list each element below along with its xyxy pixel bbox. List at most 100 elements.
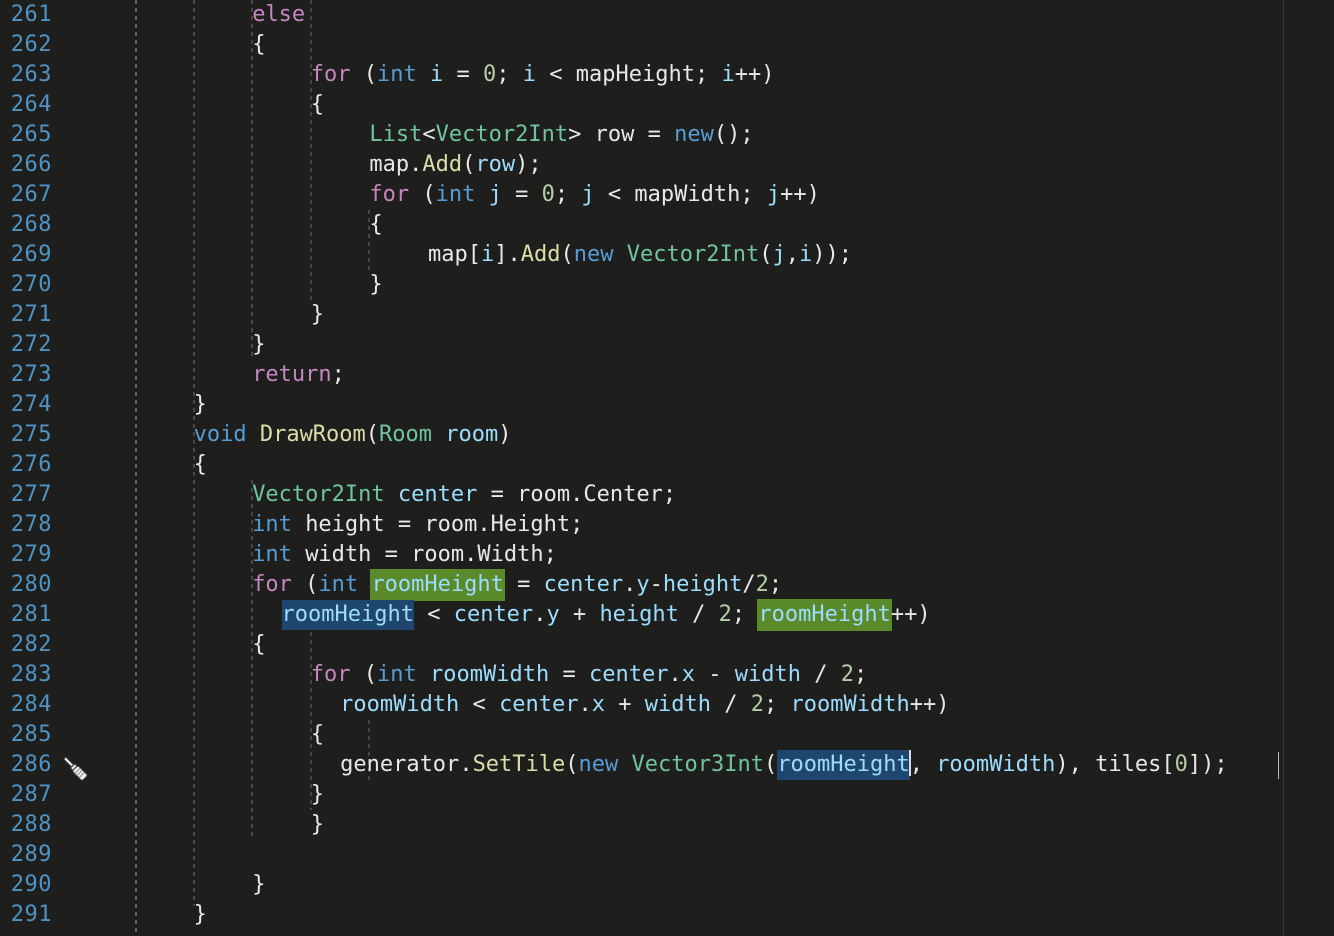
- code-token: ;: [740, 182, 767, 207]
- line-number-272[interactable]: 272: [0, 330, 52, 360]
- code-token: for: [310, 62, 351, 87]
- code-token: height: [662, 572, 743, 597]
- line-number-280[interactable]: 280: [0, 570, 52, 600]
- code-token: List: [369, 122, 423, 147]
- code-line-283[interactable]: for (int roomWidth = center.x - width / …: [311, 660, 867, 690]
- code-line-273[interactable]: return;: [252, 360, 345, 390]
- line-number-283[interactable]: 283: [0, 660, 52, 690]
- code-token: ;: [662, 482, 677, 507]
- code-line-290[interactable]: }: [252, 870, 265, 900]
- code-line-263[interactable]: for (int i = 0; i < mapHeight; i++): [311, 60, 775, 90]
- code-token: }: [310, 302, 325, 327]
- line-number-288[interactable]: 288: [0, 810, 52, 840]
- line-number-284[interactable]: 284: [0, 690, 52, 720]
- line-number-281[interactable]: 281: [0, 600, 52, 630]
- line-number-289[interactable]: 289: [0, 840, 52, 870]
- code-line-280[interactable]: for (int roomHeight = center.y-height/2;: [252, 570, 782, 600]
- line-number-264[interactable]: 264: [0, 90, 52, 120]
- code-token: <: [413, 602, 454, 627]
- code-token: ;: [764, 692, 791, 717]
- line-number-262[interactable]: 262: [0, 30, 52, 60]
- code-token: 2: [750, 692, 765, 717]
- code-line-275[interactable]: void DrawRoom(Room room): [194, 420, 512, 450]
- code-token: center: [499, 692, 579, 717]
- code-line-278[interactable]: int height = room.Height;: [252, 510, 583, 540]
- code-token: ): [498, 422, 512, 447]
- code-line-287[interactable]: }: [311, 780, 324, 810]
- code-content[interactable]: else{for (int i = 0; i < mapHeight; i++)…: [0, 0, 1334, 936]
- code-line-288[interactable]: }: [311, 810, 324, 840]
- code-token: roomWidth: [936, 752, 1056, 777]
- code-line-272[interactable]: }: [252, 330, 265, 360]
- line-number-270[interactable]: 270: [0, 270, 52, 300]
- code-line-277[interactable]: Vector2Int center = room.Center;: [252, 480, 676, 510]
- line-number-271[interactable]: 271: [0, 300, 52, 330]
- code-line-262[interactable]: {: [252, 30, 265, 60]
- code-token: =: [371, 542, 412, 567]
- line-number-261[interactable]: 261: [0, 0, 52, 30]
- line-number-276[interactable]: 276: [0, 450, 52, 480]
- code-token: [: [467, 242, 481, 267]
- code-line-279[interactable]: int width = room.Width;: [252, 540, 557, 570]
- selected-token: roomHeight: [281, 600, 414, 630]
- code-token: (: [350, 662, 378, 687]
- code-line-274[interactable]: }: [194, 390, 207, 420]
- code-token: x: [681, 662, 695, 687]
- line-number-278[interactable]: 278: [0, 510, 52, 540]
- line-number-263[interactable]: 263: [0, 60, 52, 90]
- code-line-266[interactable]: map.Add(row);: [369, 150, 541, 180]
- code-token: ;: [853, 662, 868, 687]
- line-number-290[interactable]: 290: [0, 870, 52, 900]
- line-number-273[interactable]: 273: [0, 360, 52, 390]
- code-token: j: [772, 242, 786, 267]
- code-line-284[interactable]: roomWidth < center.x + width / 2; roomWi…: [340, 690, 949, 720]
- code-token: +: [605, 692, 645, 717]
- code-line-281[interactable]: roomHeight < center.y + height / 2; room…: [281, 600, 931, 630]
- code-line-286[interactable]: generator.SetTile(new Vector3Int(roomHei…: [340, 750, 1228, 780]
- code-line-271[interactable]: }: [311, 300, 324, 330]
- code-line-276[interactable]: {: [194, 450, 207, 480]
- line-number-277[interactable]: 277: [0, 480, 52, 510]
- code-line-269[interactable]: map[i].Add(new Vector2Int(j,i));: [428, 240, 852, 270]
- code-line-264[interactable]: {: [311, 90, 324, 120]
- line-number-274[interactable]: 274: [0, 390, 52, 420]
- code-token: ++): [909, 692, 950, 717]
- code-token: ]);: [1187, 752, 1228, 777]
- line-number-291[interactable]: 291: [0, 900, 52, 930]
- code-token: Vector3Int: [631, 752, 764, 777]
- code-token: =: [501, 182, 542, 207]
- line-number-285[interactable]: 285: [0, 720, 52, 750]
- line-number-279[interactable]: 279: [0, 540, 52, 570]
- code-line-265[interactable]: List<Vector2Int> row = new();: [369, 120, 753, 150]
- code-token: int: [435, 182, 476, 207]
- line-number-267[interactable]: 267: [0, 180, 52, 210]
- line-number-275[interactable]: 275: [0, 420, 52, 450]
- line-number-269[interactable]: 269: [0, 240, 52, 270]
- code-token: y: [546, 602, 560, 627]
- code-editor[interactable]: else{for (int i = 0; i < mapHeight; i++)…: [0, 0, 1334, 936]
- code-token: .: [409, 152, 423, 177]
- line-number-265[interactable]: 265: [0, 120, 52, 150]
- code-token: {: [252, 632, 266, 657]
- code-line-267[interactable]: for (int j = 0; j < mapWidth; j++): [369, 180, 819, 210]
- code-token: width: [305, 542, 372, 567]
- code-token: DrawRoom: [259, 422, 366, 447]
- code-line-261[interactable]: else: [252, 0, 305, 30]
- line-number-268[interactable]: 268: [0, 210, 52, 240]
- code-token: roomWidth: [790, 692, 910, 717]
- line-number-gutter[interactable]: 261 262 263 264 265 266 267 268 269 270 271 272 273 2…: [0, 0, 135, 936]
- code-token: ++): [780, 182, 820, 207]
- line-number-266[interactable]: 266: [0, 150, 52, 180]
- line-number-282[interactable]: 282: [0, 630, 52, 660]
- code-token: mapWidth: [634, 182, 741, 207]
- code-line-268[interactable]: {: [369, 210, 382, 240]
- code-line-285[interactable]: {: [311, 720, 324, 750]
- line-number-287[interactable]: 287: [0, 780, 52, 810]
- line-number-286[interactable]: 286: [0, 750, 52, 780]
- code-line-282[interactable]: {: [252, 630, 265, 660]
- code-line-270[interactable]: }: [369, 270, 382, 300]
- code-line-291[interactable]: }: [194, 900, 207, 930]
